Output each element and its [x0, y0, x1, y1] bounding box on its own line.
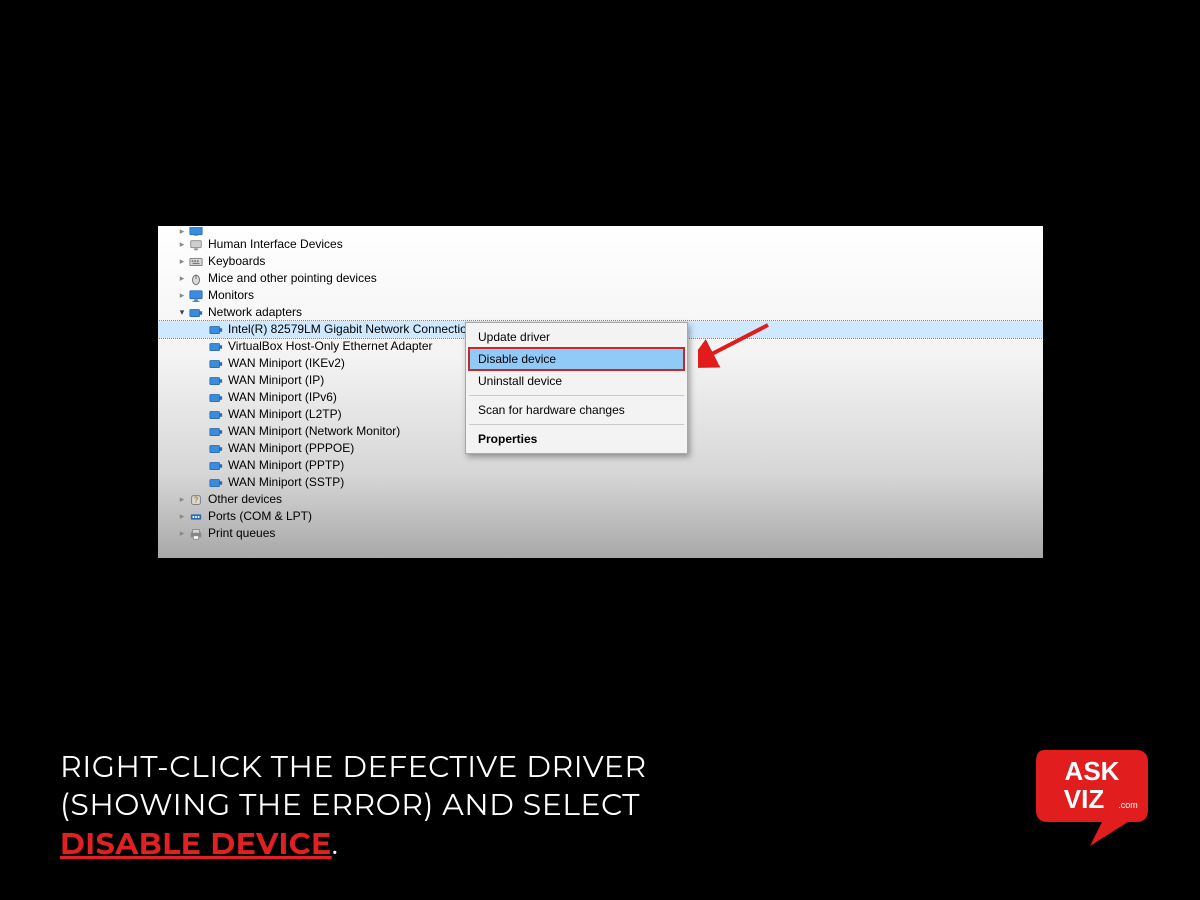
- tree-item-label: Mice and other pointing devices: [208, 270, 383, 287]
- ports-icon: [188, 510, 204, 524]
- caption-emphasis: DISABLE DEVICE: [60, 825, 332, 862]
- device-manager-panel: Human Interface Devices Keyboards Mice a…: [158, 226, 1043, 558]
- network-adapter-icon: [208, 340, 224, 354]
- expander-icon[interactable]: [176, 270, 188, 287]
- mouse-icon: [188, 272, 204, 286]
- expander-icon[interactable]: [176, 253, 188, 270]
- network-adapter-icon: [208, 442, 224, 456]
- expander-icon[interactable]: [176, 304, 188, 321]
- tree-item-label: Print queues: [208, 525, 281, 542]
- tree-item-label: Monitors: [208, 287, 260, 304]
- expander-icon[interactable]: [176, 525, 188, 542]
- tree-item-label: Human Interface Devices: [208, 236, 349, 253]
- monitor-icon: [188, 289, 204, 303]
- context-menu: Update driver Disable device Uninstall d…: [465, 322, 688, 454]
- tree-item-label: WAN Miniport (IKEv2): [228, 355, 351, 372]
- tree-item-label: WAN Miniport (PPPOE): [228, 440, 360, 457]
- logo-line1: ASK: [1065, 756, 1120, 786]
- tree-item-label: WAN Miniport (L2TP): [228, 406, 348, 423]
- tree-item-label: WAN Miniport (PPTP): [228, 457, 350, 474]
- network-adapter-icon: [208, 357, 224, 371]
- askviz-logo: ASK VIZ .com: [1032, 740, 1152, 850]
- tree-item-label: WAN Miniport (IP): [228, 372, 330, 389]
- instruction-caption: RIGHT-CLICK THE DEFECTIVE DRIVER (SHOWIN…: [60, 748, 820, 863]
- other-devices-icon: ?: [188, 493, 204, 507]
- ctx-disable-device[interactable]: Disable device: [468, 347, 685, 371]
- tree-item-label: Intel(R) 82579LM Gigabit Network Connect…: [228, 321, 479, 338]
- tree-item-label: WAN Miniport (Network Monitor): [228, 423, 406, 440]
- tree-item-wan-sstp[interactable]: WAN Miniport (SSTP): [158, 474, 1043, 491]
- logo-line2: VIZ: [1064, 784, 1105, 814]
- tree-item-ports[interactable]: Ports (COM & LPT): [158, 508, 1043, 525]
- caption-line1: RIGHT-CLICK THE DEFECTIVE DRIVER: [60, 748, 647, 785]
- ctx-scan-hardware[interactable]: Scan for hardware changes: [468, 399, 685, 421]
- network-adapter-icon: [208, 459, 224, 473]
- tree-item-label: Ports (COM & LPT): [208, 508, 318, 525]
- ctx-update-driver[interactable]: Update driver: [468, 326, 685, 348]
- network-adapter-icon: [208, 408, 224, 422]
- network-adapter-icon: [208, 425, 224, 439]
- tree-item-other-devices[interactable]: ? Other devices: [158, 491, 1043, 508]
- ctx-separator: [469, 424, 684, 425]
- caption-line2: (SHOWING THE ERROR) AND SELECT: [60, 786, 640, 823]
- tree-item-label: WAN Miniport (IPv6): [228, 389, 343, 406]
- tree-item-label: Network adapters: [208, 304, 308, 321]
- tree-item-label: Other devices: [208, 491, 288, 508]
- expander-icon[interactable]: [176, 491, 188, 508]
- expander-icon[interactable]: [176, 287, 188, 304]
- ctx-separator: [469, 395, 684, 396]
- network-adapter-icon: [208, 323, 224, 337]
- tree-item-label: WAN Miniport (SSTP): [228, 474, 350, 491]
- svg-text:?: ?: [194, 495, 199, 504]
- keyboard-icon: [188, 255, 204, 269]
- tree-item-print-queues[interactable]: Print queues: [158, 525, 1043, 542]
- logo-dotcom: .com: [1118, 800, 1138, 810]
- network-adapter-icon: [208, 476, 224, 490]
- tree-item-display-adapters[interactable]: [158, 227, 1043, 236]
- expander-icon[interactable]: [176, 236, 188, 253]
- monitor-icon: [188, 227, 204, 236]
- tree-item-label: VirtualBox Host-Only Ethernet Adapter: [228, 338, 439, 355]
- tree-item-label: Keyboards: [208, 253, 271, 270]
- tree-item-monitors[interactable]: Monitors: [158, 287, 1043, 304]
- tree-item-hid[interactable]: Human Interface Devices: [158, 236, 1043, 253]
- hid-icon: [188, 238, 204, 252]
- expander-icon[interactable]: [176, 508, 188, 525]
- expander-icon[interactable]: [176, 227, 188, 236]
- tree-item-network-adapters[interactable]: Network adapters: [158, 304, 1043, 321]
- network-adapter-icon: [208, 391, 224, 405]
- ctx-uninstall-device[interactable]: Uninstall device: [468, 370, 685, 392]
- network-adapter-icon: [188, 306, 204, 320]
- caption-tail: .: [332, 825, 339, 862]
- tree-item-keyboards[interactable]: Keyboards: [158, 253, 1043, 270]
- tree-item-mice[interactable]: Mice and other pointing devices: [158, 270, 1043, 287]
- network-adapter-icon: [208, 374, 224, 388]
- tree-item-wan-pptp[interactable]: WAN Miniport (PPTP): [158, 457, 1043, 474]
- ctx-properties[interactable]: Properties: [468, 428, 685, 450]
- printer-icon: [188, 527, 204, 541]
